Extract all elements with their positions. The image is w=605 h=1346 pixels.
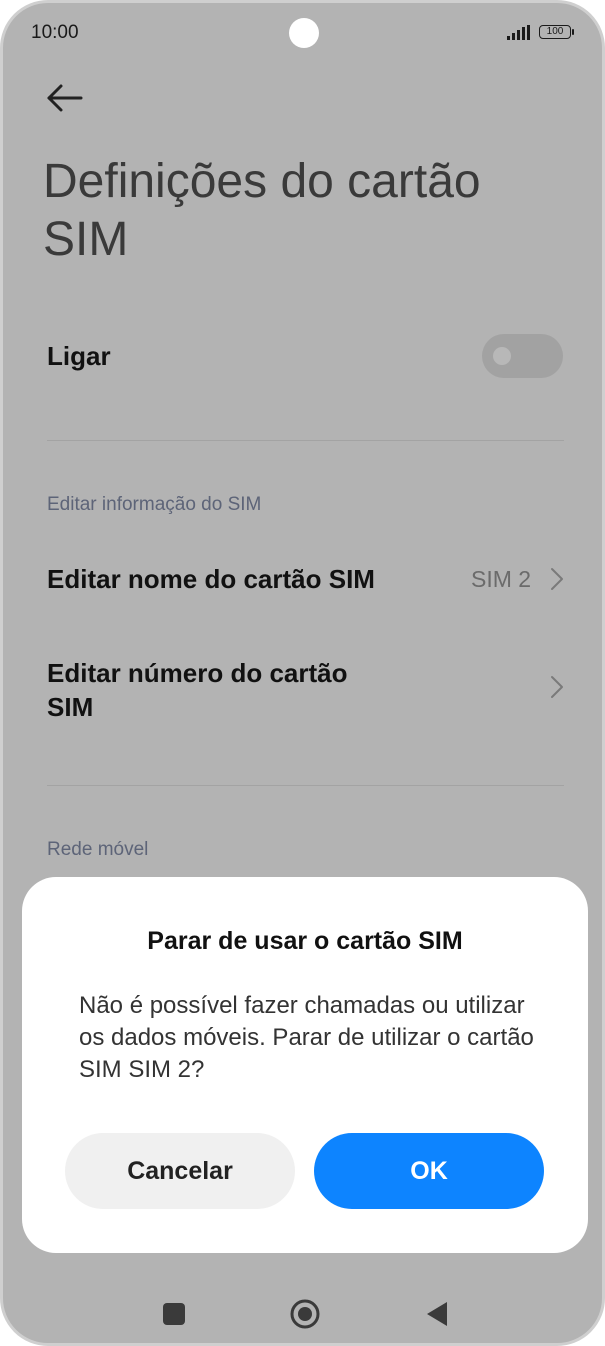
confirm-dialog: Parar de usar o cartão SIM Não é possíve… <box>22 877 588 1253</box>
square-recents-icon[interactable] <box>163 1303 185 1325</box>
edit-sim-name-row[interactable]: Editar nome do cartão SIM <box>47 564 447 595</box>
battery-icon: 100 <box>539 25 571 39</box>
page-title: Definições do cartão SIM <box>43 155 481 266</box>
chevron-right-icon <box>551 568 563 590</box>
sim-toggle-switch[interactable] <box>482 334 563 378</box>
edit-sim-number-row[interactable]: Editar número do cartão SIM <box>47 656 387 724</box>
battery-tip <box>572 29 574 35</box>
signal-bars-icon <box>507 25 530 40</box>
triangle-back-icon[interactable] <box>426 1301 448 1327</box>
dialog-title: Parar de usar o cartão SIM <box>147 927 463 955</box>
toggle-row-label: Ligar <box>47 341 111 371</box>
section-header-edit: Editar informação do SIM <box>47 494 262 515</box>
section-header-network: Rede móvel <box>47 839 149 860</box>
dialog-message: Não é possível fazer chamadas ou utiliza… <box>79 992 534 1083</box>
circle-home-icon[interactable] <box>289 1298 321 1330</box>
chevron-right-icon <box>551 676 563 698</box>
toggle-knob <box>493 347 511 365</box>
divider <box>47 785 564 786</box>
camera-cutout <box>289 18 319 48</box>
cancel-button[interactable]: Cancelar <box>65 1133 295 1209</box>
status-time: 10:00 <box>31 22 79 43</box>
back-arrow-icon[interactable] <box>43 81 85 115</box>
phone-screen: 10:00 100 Definições do cartão SIM Ligar… <box>0 0 605 1346</box>
divider <box>47 440 564 441</box>
sim-name-value: SIM 2 <box>471 566 532 592</box>
ok-button[interactable]: OK <box>314 1133 544 1209</box>
